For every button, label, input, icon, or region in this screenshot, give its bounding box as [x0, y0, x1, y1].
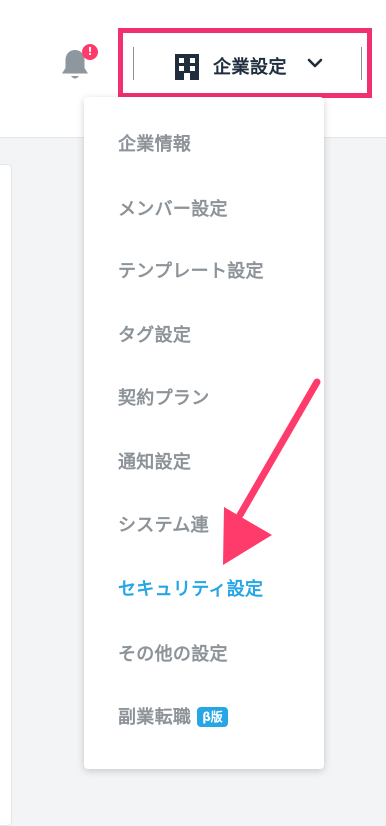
notification-badge: ! — [82, 44, 98, 60]
company-settings-dropdown[interactable]: 企業設定 — [118, 28, 372, 98]
menu-item-notification-settings[interactable]: 通知設定 — [118, 448, 191, 478]
menu-item-contract-plan[interactable]: 契約プラン — [118, 384, 210, 414]
divider — [361, 47, 362, 80]
menu-item-side-job-label: 副業転職 — [118, 707, 192, 728]
chevron-down-icon — [307, 58, 323, 68]
divider — [133, 47, 134, 80]
menu-item-system-integration[interactable]: システム連 — [118, 511, 209, 541]
menu-item-security-settings[interactable]: セキュリティ設定 — [118, 575, 263, 605]
menu-item-side-job[interactable]: 副業転職 β版 — [118, 703, 228, 733]
menu-item-company-info[interactable]: 企業情報 — [118, 130, 191, 160]
notification-button[interactable]: ! — [60, 44, 98, 86]
menu-item-member-settings[interactable]: メンバー設定 — [118, 195, 228, 225]
menu-item-other-settings[interactable]: その他の設定 — [118, 640, 228, 670]
content-card — [0, 164, 12, 826]
beta-badge: β版 — [197, 707, 228, 727]
building-icon — [175, 54, 199, 80]
company-settings-label: 企業設定 — [213, 57, 287, 78]
settings-dropdown-menu: 企業情報 メンバー設定 テンプレート設定 タグ設定 契約プラン 通知設定 システ… — [84, 97, 324, 769]
menu-item-template-settings[interactable]: テンプレート設定 — [118, 257, 264, 287]
menu-item-tag-settings[interactable]: タグ設定 — [118, 321, 191, 351]
